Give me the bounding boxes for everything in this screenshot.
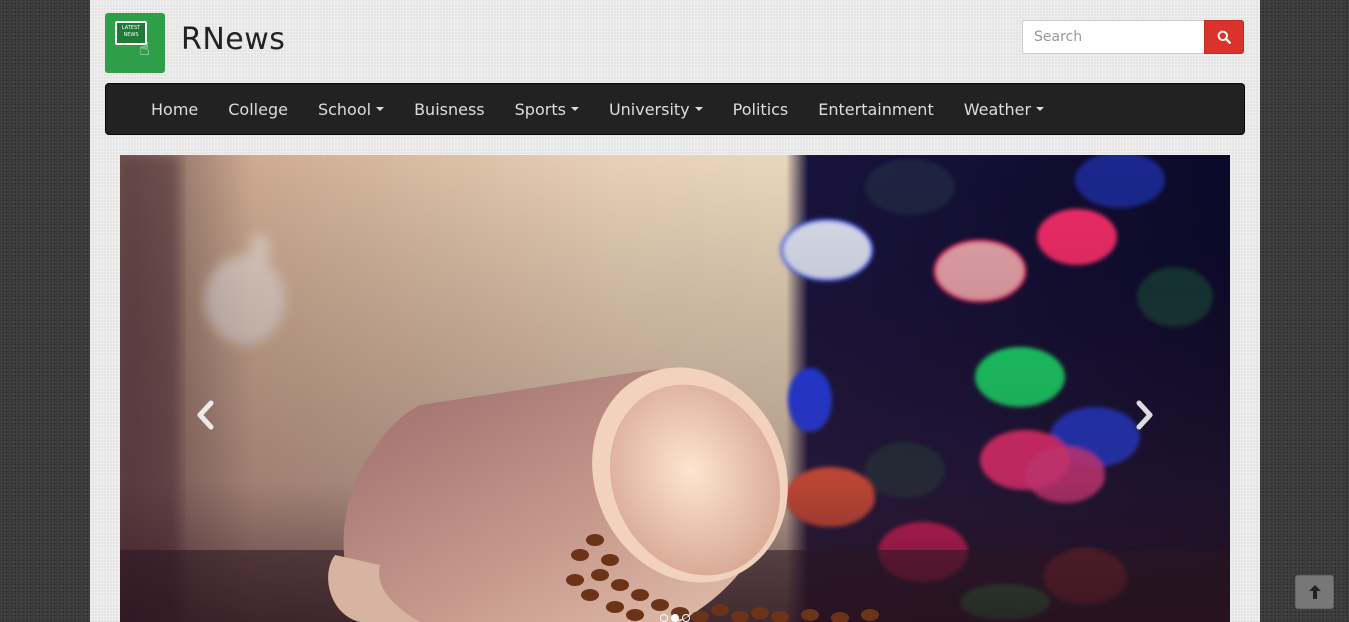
- nav-label: Weather: [963, 99, 1032, 119]
- carousel-prev-button[interactable]: [186, 395, 226, 435]
- nav-item-weather[interactable]: Weather: [949, 100, 1059, 119]
- caret-down-icon: [570, 107, 579, 111]
- chevron-right-icon: [1136, 400, 1153, 430]
- nav-label: Home: [151, 99, 199, 119]
- carousel-indicator[interactable]: [660, 614, 668, 622]
- nav-item-business[interactable]: Buisness: [399, 100, 500, 119]
- caret-down-icon: [376, 107, 385, 111]
- pointer-hand-icon: ☝: [139, 39, 150, 60]
- nav-label: University: [608, 99, 690, 119]
- search-input[interactable]: [1022, 20, 1205, 54]
- back-to-top-button[interactable]: [1295, 575, 1334, 609]
- nav-label: Entertainment: [818, 99, 934, 119]
- nav-item-entertainment[interactable]: Entertainment: [803, 100, 948, 119]
- nav-item-politics[interactable]: Politics: [718, 100, 804, 119]
- nav-label: Buisness: [414, 99, 485, 119]
- chevron-left-icon: [197, 400, 214, 430]
- carousel-slide-image: [120, 155, 1230, 622]
- nav-label: Politics: [732, 99, 789, 119]
- nav-item-home[interactable]: Home: [136, 100, 213, 119]
- carousel-indicators: [660, 614, 690, 622]
- search-icon: [1217, 30, 1231, 44]
- site-title[interactable]: RNews: [181, 22, 285, 57]
- nav-item-college[interactable]: College: [213, 100, 303, 119]
- search-button[interactable]: [1204, 20, 1244, 54]
- caret-down-icon: [1036, 107, 1045, 111]
- carousel-indicator-active[interactable]: [671, 614, 679, 622]
- caret-down-icon: [694, 107, 703, 111]
- nav-label: School: [317, 99, 372, 119]
- main-navbar: Home College School Buisness Sports Univ…: [105, 83, 1245, 135]
- site-logo[interactable]: LATEST NEWS ☝: [105, 13, 165, 73]
- arrow-up-icon: [1308, 585, 1321, 599]
- page-container: LATEST NEWS ☝ RNews Home College School …: [90, 0, 1260, 622]
- nav-item-university[interactable]: University: [594, 100, 718, 119]
- nav-label: Sports: [514, 99, 566, 119]
- hero-carousel[interactable]: [120, 155, 1230, 622]
- nav-item-school[interactable]: School: [303, 100, 399, 119]
- nav-label: College: [228, 99, 288, 119]
- carousel-next-button[interactable]: [1124, 395, 1164, 435]
- carousel-indicator[interactable]: [682, 614, 690, 622]
- nav-item-sports[interactable]: Sports: [500, 100, 594, 119]
